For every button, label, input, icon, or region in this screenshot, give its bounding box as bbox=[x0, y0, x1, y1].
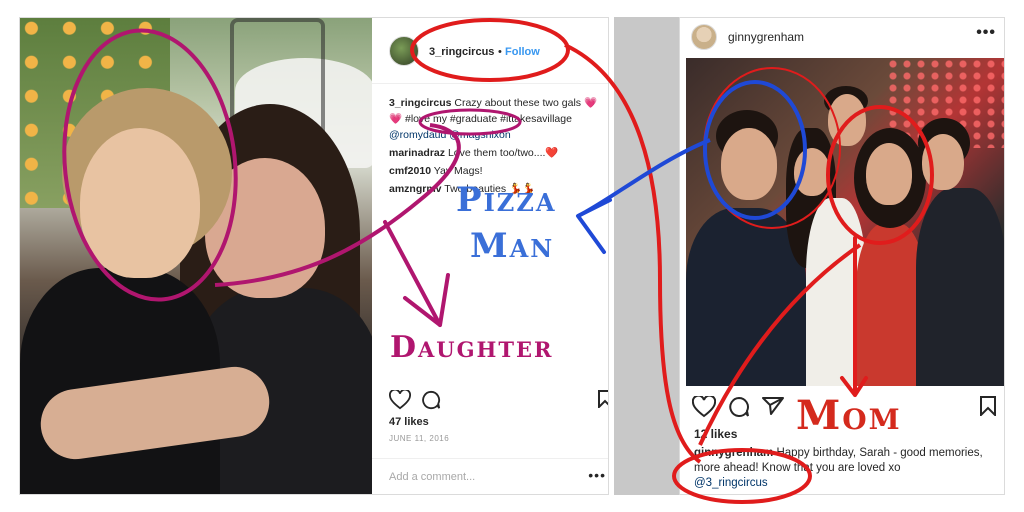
right-post-header: ginnygrenham ••• bbox=[680, 18, 1004, 58]
heart-icon[interactable] bbox=[389, 390, 411, 410]
likes-count[interactable]: 47 likes bbox=[389, 416, 429, 428]
pizza-label: Pizza bbox=[456, 180, 557, 220]
post-username[interactable]: 3_ringcircus bbox=[429, 46, 494, 58]
bookmark-icon[interactable] bbox=[980, 396, 996, 416]
gray-divider bbox=[614, 17, 679, 495]
comment-username[interactable]: 3_ringcircus bbox=[389, 97, 451, 109]
comment-text: Love them too/two....❤️ bbox=[447, 147, 559, 159]
caption-username[interactable]: ginnygrenham bbox=[694, 447, 773, 459]
caption-mention[interactable]: @3_ringcircus bbox=[694, 477, 768, 489]
more-icon[interactable]: ••• bbox=[976, 24, 996, 42]
bookmark-icon[interactable] bbox=[598, 390, 609, 408]
blonde-face bbox=[80, 128, 200, 278]
comment-icon[interactable] bbox=[728, 396, 750, 418]
pizza-man-face bbox=[721, 128, 777, 200]
man-label: Man bbox=[470, 226, 555, 266]
comment-username[interactable]: cmf2010 bbox=[389, 165, 431, 177]
left-post-photo bbox=[20, 18, 372, 494]
heart-icon[interactable] bbox=[692, 396, 716, 418]
woman-face bbox=[794, 148, 830, 196]
list-item: marinadraz Love them too/two....❤️ bbox=[389, 145, 604, 161]
comment-username[interactable]: marinadraz bbox=[389, 147, 445, 159]
comment-text: Yay Mags! bbox=[433, 165, 483, 177]
right-man-face bbox=[922, 134, 964, 190]
separator-dot: • bbox=[498, 46, 502, 58]
avatar[interactable] bbox=[389, 36, 419, 66]
action-bar bbox=[389, 390, 608, 414]
avatar[interactable] bbox=[691, 24, 717, 50]
follow-button[interactable]: Follow bbox=[505, 46, 540, 58]
more-icon[interactable]: ••• bbox=[588, 467, 606, 483]
list-item: cmf2010 Yay Mags! bbox=[389, 163, 604, 179]
add-comment-placeholder: Add a comment... bbox=[389, 471, 476, 483]
post-username[interactable]: ginnygrenham bbox=[728, 30, 804, 44]
share-icon[interactable] bbox=[762, 396, 784, 416]
right-man-body bbox=[916, 188, 1004, 386]
post-date: JUNE 11, 2016 bbox=[389, 434, 450, 443]
post-caption: ginnygrenham Happy birthday, Sarah - goo… bbox=[694, 446, 996, 491]
list-item: 3_ringcircus Crazy about these two gals … bbox=[389, 95, 604, 143]
left-post-header: 3_ringcircus • Follow bbox=[372, 18, 608, 84]
comment-icon[interactable] bbox=[421, 390, 441, 410]
likes-count[interactable]: 12 likes bbox=[694, 427, 737, 441]
daughter-label: Daughter bbox=[390, 330, 554, 365]
right-post-photo bbox=[686, 58, 1004, 386]
tall-man-face bbox=[828, 94, 866, 146]
comment-username[interactable]: amzngrmv bbox=[389, 183, 442, 195]
add-comment-field[interactable]: Add a comment... ••• bbox=[372, 458, 608, 494]
comment-mentions[interactable]: @romydaud @magsnixon bbox=[389, 129, 511, 141]
mom-face bbox=[866, 143, 912, 205]
mom-label: Mom bbox=[796, 392, 902, 439]
